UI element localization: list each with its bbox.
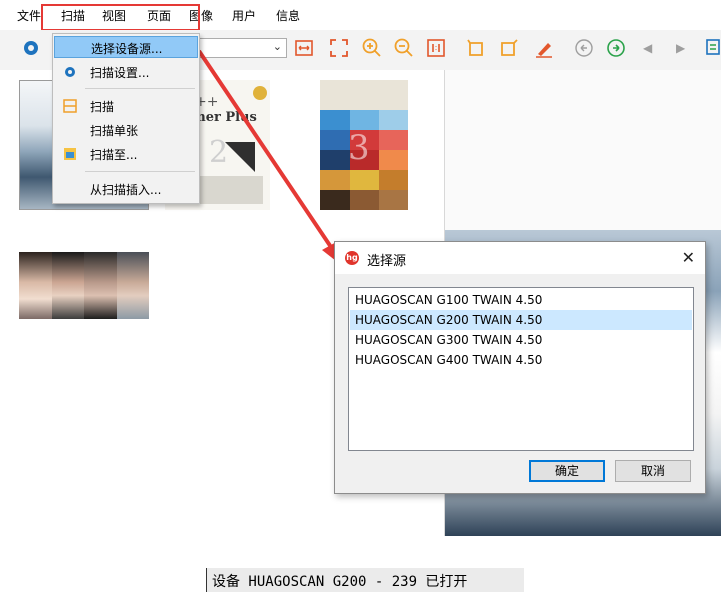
menu-select-source[interactable]: 选择设备源... (54, 36, 198, 58)
redo-circle-icon[interactable] (605, 37, 627, 59)
palette-number: 3 (348, 128, 370, 168)
menu-highlight-box (41, 4, 200, 31)
portrait-3 (84, 252, 117, 319)
gear-icon[interactable] (20, 37, 42, 59)
status-divider (206, 568, 207, 592)
fit-page-icon[interactable] (328, 37, 350, 59)
source-item[interactable]: HUAGOSCAN G100 TWAIN 4.50 (350, 290, 692, 310)
source-item[interactable]: HUAGOSCAN G400 TWAIN 4.50 (350, 350, 692, 370)
scan-to-icon (62, 146, 78, 162)
portrait-4 (116, 252, 149, 319)
scan-menu: 选择设备源... 扫描设置... 扫描 扫描单张 扫描至... 从扫描插入... (52, 33, 200, 204)
app-logo-icon: hg (345, 251, 359, 265)
menu-scan-single[interactable]: 扫描单张 (54, 119, 198, 141)
dialog-title: 选择源 (367, 254, 407, 269)
thumbnail-portraits[interactable] (19, 252, 149, 319)
gear-icon (62, 64, 78, 80)
cancel-button[interactable]: 取消 (615, 460, 691, 482)
close-icon[interactable]: ✕ (682, 248, 695, 267)
undo-circle-icon[interactable] (573, 37, 595, 59)
select-source-dialog: hg 选择源 ✕ HUAGOSCAN G100 TWAIN 4.50 HUAGO… (334, 241, 706, 494)
menu-file[interactable]: 文件 (14, 8, 44, 24)
status-message: 设备 HUAGOSCAN G200 - 239 已打开 (206, 568, 524, 592)
actual-size-icon[interactable] (425, 37, 447, 59)
menu-scan[interactable]: 扫描 (54, 95, 198, 117)
zoom-in-icon[interactable] (361, 37, 383, 59)
source-item-selected[interactable]: HUAGOSCAN G200 TWAIN 4.50 (350, 310, 692, 330)
scan-icon (62, 98, 78, 114)
status-text: 设备 HUAGOSCAN G200 - 239 已打开 (212, 574, 468, 590)
ok-button[interactable]: 确定 (529, 460, 605, 482)
menu-user[interactable]: 用户 (229, 8, 259, 24)
menu-separator (85, 171, 195, 172)
prev-page-icon[interactable]: ◀ (643, 37, 665, 59)
menu-insert-from-scan[interactable]: 从扫描插入... (54, 178, 198, 200)
portrait-2 (51, 252, 84, 319)
menu-separator (85, 88, 195, 89)
thumbnail-color-palette[interactable]: 3 (320, 80, 408, 210)
source-item[interactable]: HUAGOSCAN G300 TWAIN 4.50 (350, 330, 692, 350)
menu-scan-settings[interactable]: 扫描设置... (54, 61, 198, 83)
fit-width-icon[interactable] (293, 37, 315, 59)
extra-icon[interactable] (705, 37, 721, 59)
menu-info[interactable]: 信息 (273, 8, 303, 24)
source-list[interactable]: HUAGOSCAN G100 TWAIN 4.50 HUAGOSCAN G200… (348, 287, 694, 451)
edit-icon[interactable] (533, 37, 555, 59)
dialog-titlebar: hg 选择源 ✕ (335, 242, 705, 274)
zoom-out-icon[interactable] (393, 37, 415, 59)
menu-scan-to[interactable]: 扫描至... (54, 143, 198, 165)
chevron-down-icon: ⌄ (272, 40, 282, 53)
rotate-right-icon[interactable] (498, 37, 520, 59)
portrait-1 (19, 252, 52, 319)
next-page-icon[interactable]: ▶ (676, 37, 698, 59)
rotate-left-icon[interactable] (466, 37, 488, 59)
